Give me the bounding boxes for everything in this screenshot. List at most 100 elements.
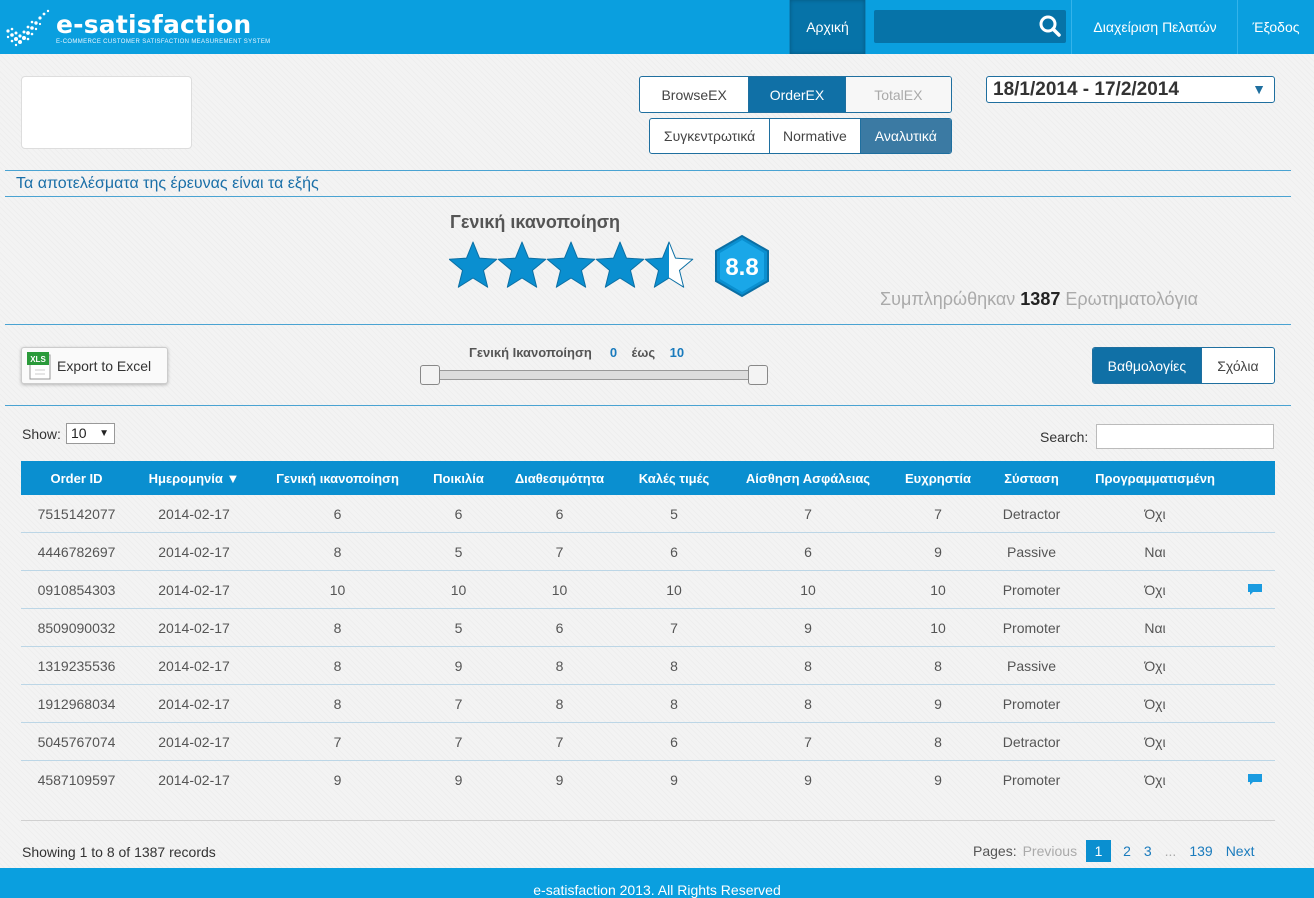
table-row[interactable]: 5045767074 2014-02-17 7 7 7 6 7 8 Detractor Όχι [21,723,1275,761]
view-mode-normative[interactable]: Normative [770,119,861,153]
pagination: Pages: Previous 1 2 3 ... 139 Next [973,839,1267,863]
nav-separator [1071,0,1072,54]
col-usability[interactable]: Ευχρηστία [889,461,987,495]
brand-logo[interactable]: e-satisfaction E-COMMERCE CUSTOMER SATIS… [4,8,271,48]
cell-overall: 8 [333,657,342,674]
cell-order-id: 4587109597 [37,772,116,788]
table-row[interactable]: 4587109597 2014-02-17 9 9 9 9 9 9 Promoter Όχι [21,761,1275,799]
col-good-prices[interactable]: Καλές τιμές [621,461,727,495]
footer-copyright: e-satisfaction 2013. All Rights Reserved [533,882,781,898]
col-scheduled[interactable]: Προγραμματισμένη [1076,461,1234,495]
table-row[interactable]: 1912968034 2014-02-17 8 7 8 8 8 9 Promoter Όχι [21,685,1275,723]
cell-usability: 8 [934,733,942,750]
overall-satisfaction-title: Γενική ικανοποίηση [450,212,620,232]
cell-prices: 7 [670,619,678,636]
survey-type-browseex[interactable]: BrowseEX [640,77,750,112]
view-mode-analytical[interactable]: Αναλυτικά [860,119,951,153]
cell-prices: 9 [670,772,678,788]
col-order-id[interactable]: Order ID [21,461,132,495]
nav-home-link[interactable]: Αρχική [789,0,866,54]
col-availability[interactable]: Διαθεσιμότητα [498,461,621,495]
cell-prices: 6 [670,733,678,750]
table-row[interactable]: 4446782697 2014-02-17 8 5 7 6 6 9 Passive Ναι [21,533,1275,571]
table-row[interactable]: 0910854303 2014-02-17 10 10 10 10 10 10 Promoter… [21,571,1275,609]
pagination-next[interactable]: Next [1226,843,1255,859]
page-size-label: Show: [22,426,61,442]
cell-prices: 5 [670,505,678,522]
satisfaction-range-slider[interactable] [429,370,767,380]
cell-overall: 9 [333,772,342,788]
date-range-select[interactable]: 18/1/2014 - 17/2/2014 ▼ [986,76,1275,103]
view-mode-aggregate[interactable]: Συγκεντρωτικά [650,119,771,153]
cell-variety: 9 [454,772,463,788]
cell-usability: 10 [930,619,946,636]
cell-comment [1234,647,1275,684]
cell-comment [1234,609,1275,646]
comment-icon[interactable] [1247,773,1263,787]
pagination-page-current[interactable]: 1 [1086,840,1112,862]
table-row[interactable]: 8509090032 2014-02-17 8 5 6 7 9 10 Promoter Ναι [21,609,1275,647]
slider-max-handle[interactable] [748,365,768,385]
divider [21,820,1275,821]
comment-icon[interactable] [1247,583,1263,597]
col-sense-of-security[interactable]: Αίσθηση Ασφάλειας [727,461,889,495]
cell-scheduled: Όχι [1144,581,1166,598]
tab-ratings[interactable]: Βαθμολογίες [1093,348,1202,383]
page-size-select[interactable]: 10 ▼ [66,423,115,444]
pagination-page-last[interactable]: 139 [1189,843,1212,859]
client-logo-placeholder [21,76,192,149]
cell-scheduled: Ναι [1144,619,1166,636]
slider-min-handle[interactable] [420,365,440,385]
cell-availability: 8 [555,657,564,674]
export-excel-button[interactable]: XLS Export to Excel [21,347,168,384]
divider [5,196,1291,197]
cell-security: 7 [804,505,812,522]
nav-exit-link[interactable]: Έξοδος [1238,0,1314,54]
survey-type-totalex[interactable]: TotalEX [845,77,951,112]
cell-date: 2014-02-17 [158,505,230,522]
cell-overall: 7 [333,733,342,750]
divider [5,170,1291,171]
col-variety[interactable]: Ποικιλία [419,461,498,495]
checkmark-logo-icon [6,9,50,47]
cell-date: 2014-02-17 [158,657,230,674]
col-overall-satisfaction[interactable]: Γενική ικανοποίηση [256,461,419,495]
pagination-page[interactable]: 2 [1123,843,1131,859]
cell-variety: 9 [454,657,463,674]
cell-order-id: 1319235536 [37,657,116,674]
cell-comment [1234,533,1275,570]
col-date[interactable]: Ημερομηνία ▼ [132,461,256,495]
cell-prices: 8 [670,695,678,712]
cell-overall: 8 [333,619,342,636]
star-rating [449,241,694,288]
satisfaction-range-label: Γενική Ικανοποίηση 0 έως 10 [469,345,685,360]
cell-date: 2014-02-17 [158,619,230,636]
table-header: Order ID Ημερομηνία ▼ Γενική ικανοποίηση… [21,461,1275,495]
cell-availability: 6 [555,505,564,522]
tab-comments[interactable]: Σχόλια [1202,348,1274,383]
pagination-page[interactable]: 3 [1144,843,1152,859]
cell-security: 9 [804,772,812,788]
date-range-value: 18/1/2014 - 17/2/2014 [993,79,1179,100]
cell-scheduled: Όχι [1144,505,1166,522]
table-row[interactable]: 1319235536 2014-02-17 8 9 8 8 8 8 Passive Όχι [21,647,1275,685]
cell-recommendation: Promoter [1002,619,1061,636]
results-heading: Τα αποτελέσματα της έρευνας είναι τα εξή… [16,175,319,192]
cell-order-id: 1912968034 [37,695,116,712]
table-search-input[interactable] [1096,424,1274,449]
cell-security: 9 [804,619,812,636]
pagination-previous[interactable]: Previous [1023,843,1077,859]
cell-order-id: 5045767074 [37,733,116,750]
cell-security: 10 [800,581,816,598]
survey-type-orderex[interactable]: OrderEX [749,77,846,112]
nav-clients-link[interactable]: Διαχείριση Πελατών [1073,0,1237,54]
score-badge: 8.8 [715,234,769,298]
table-row[interactable]: 7515142077 2014-02-17 6 6 6 5 7 7 Detractor Όχι [21,495,1275,533]
search-icon[interactable] [1038,14,1062,38]
rating-star-icon [497,241,547,288]
cell-security: 8 [804,657,812,674]
cell-usability: 9 [934,772,942,788]
rating-star-icon [449,241,498,288]
cell-prices: 10 [666,581,682,598]
col-recommendation[interactable]: Σύσταση [987,461,1076,495]
